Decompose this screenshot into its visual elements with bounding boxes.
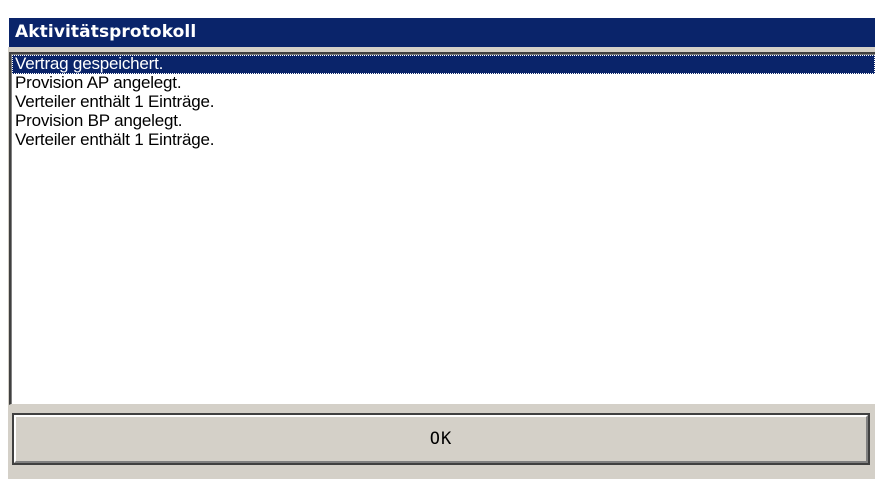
title-bar[interactable]: Aktivitätsprotokoll (8, 17, 875, 47)
list-item-label: Verteiler enthält 1 Einträge. (15, 130, 215, 149)
list-item[interactable]: Provision AP angelegt. (12, 74, 875, 93)
activity-log-window: Aktivitätsprotokoll Vertrag gespeichert.… (8, 17, 875, 479)
activity-log-list[interactable]: Vertrag gespeichert. Provision AP angele… (9, 52, 875, 405)
list-item-label: Verteiler enthält 1 Einträge. (15, 92, 215, 111)
ok-button-label: OK (429, 429, 453, 449)
list-item[interactable]: Vertrag gespeichert. (12, 55, 875, 74)
ok-button[interactable]: OK (12, 413, 870, 465)
list-item-label: Provision AP angelegt. (15, 73, 182, 92)
list-item[interactable]: Verteiler enthält 1 Einträge. (12, 131, 875, 150)
list-item-label: Provision BP angelegt. (15, 111, 183, 130)
list-item[interactable]: Provision BP angelegt. (12, 112, 875, 131)
list-item-label: Vertrag gespeichert. (15, 54, 164, 73)
window-title: Aktivitätsprotokoll (15, 22, 197, 42)
list-item[interactable]: Verteiler enthält 1 Einträge. (12, 93, 875, 112)
